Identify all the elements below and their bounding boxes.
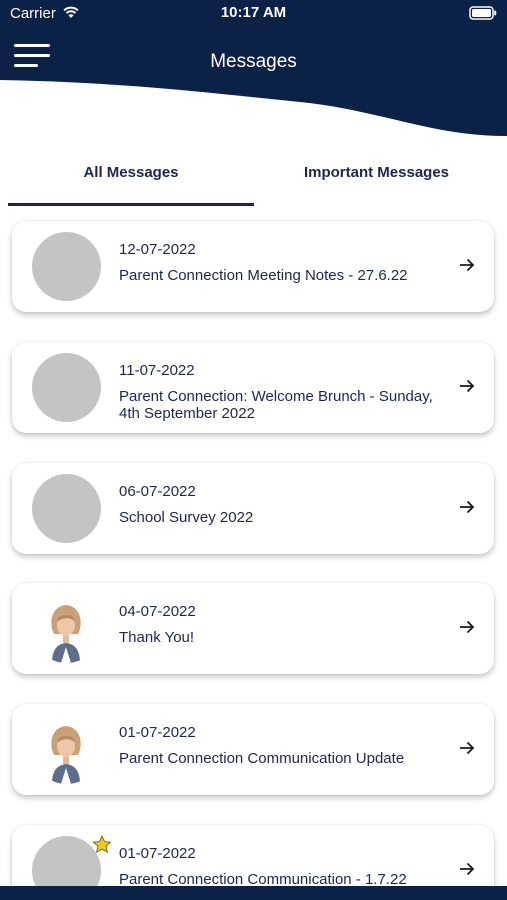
page-title: Messages [210,51,297,72]
message-date: 06-07-2022 [119,483,196,500]
header: Carrier 10:17 AM Messages [0,0,507,140]
message-card[interactable]: 06-07-2022 School Survey 2022 [12,463,494,554]
battery-icon [469,6,497,20]
avatar-placeholder [32,353,101,422]
arrow-right-icon [460,862,475,876]
tab-all-messages[interactable]: All Messages [8,150,254,206]
message-card[interactable]: 11-07-2022 Parent Connection: Welcome Br… [12,342,494,433]
message-date: 12-07-2022 [119,241,196,258]
message-tabs: All Messages Important Messages [0,150,507,206]
message-date: 01-07-2022 [119,845,196,862]
arrow-right-icon [460,500,475,514]
avatar-placeholder [32,232,101,301]
message-subject: School Survey 2022 [119,509,254,526]
person-photo-icon [51,726,81,784]
message-card[interactable]: 12-07-2022 Parent Connection Meeting Not… [12,221,494,312]
avatar-photo [32,594,101,663]
message-subject: Parent Connection: Welcome Brunch - Sund… [119,388,433,422]
bottom-tab-bar [0,886,507,900]
message-subject: Thank You! [119,629,195,646]
message-date: 04-07-2022 [119,603,196,620]
message-subject: Parent Connection Communication Update [119,750,405,767]
message-date: 01-07-2022 [119,724,196,741]
star-icon [92,835,112,854]
status-bar: Carrier 10:17 AM [0,0,507,28]
tab-important-messages[interactable]: Important Messages [254,150,499,206]
message-date: 11-07-2022 [119,362,195,379]
message-card[interactable]: 01-07-2022 Parent Connection Communicati… [12,704,494,795]
message-card[interactable]: 04-07-2022 Thank You! [12,583,494,674]
arrow-right-icon [460,379,475,393]
avatar-photo [32,715,101,784]
arrow-right-icon [460,620,475,634]
message-subject: Parent Connection Meeting Notes - 27.6.2… [119,267,408,284]
arrow-right-icon [460,258,475,272]
person-photo-icon [51,605,81,663]
avatar-placeholder [32,474,101,543]
status-time: 10:17 AM [220,4,287,21]
arrow-right-icon [460,741,475,755]
